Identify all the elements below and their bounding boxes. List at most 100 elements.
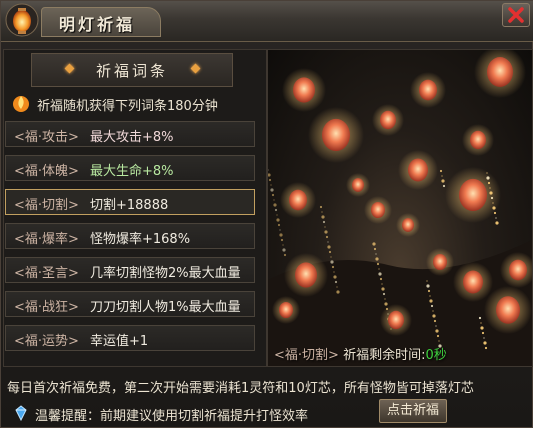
sparkle bbox=[271, 193, 275, 197]
sky-lantern bbox=[402, 218, 414, 232]
sparkle bbox=[436, 334, 440, 338]
sparkle bbox=[282, 248, 286, 252]
sparkle bbox=[273, 199, 275, 201]
blessing-row[interactable]: <福·爆率> 怪物爆率+168% bbox=[5, 223, 255, 249]
sparkle bbox=[439, 169, 443, 173]
sparkle bbox=[426, 280, 428, 282]
sparkle bbox=[280, 238, 284, 242]
sparkle bbox=[483, 337, 485, 339]
sparkle bbox=[322, 220, 326, 224]
blessing-status: <福·切割> 祈福剩余时间:0秒 bbox=[274, 344, 447, 363]
blessing-effect: 几率切割怪物2%最大血量 bbox=[90, 266, 241, 281]
sparkle bbox=[277, 223, 281, 227]
blessing-row[interactable]: <福·切割> 切割+18888 bbox=[5, 189, 255, 215]
gem-icon bbox=[15, 405, 27, 421]
sky-lantern bbox=[487, 57, 513, 87]
sparkle bbox=[279, 233, 283, 237]
sky-lantern bbox=[388, 310, 404, 330]
sparkle bbox=[283, 253, 287, 257]
sparkle bbox=[282, 244, 284, 246]
close-button[interactable] bbox=[502, 3, 530, 27]
status-label: 祈福剩余时间: bbox=[343, 348, 426, 363]
sparkle bbox=[276, 218, 280, 222]
close-icon bbox=[508, 7, 524, 23]
sparkle bbox=[336, 290, 340, 294]
sparkle bbox=[483, 341, 487, 345]
sky-lantern bbox=[408, 158, 428, 182]
lantern-scene-panel: <福·切割> 祈福剩余时间:0秒 bbox=[267, 49, 533, 367]
sparkle bbox=[268, 169, 269, 171]
sparkle bbox=[270, 188, 274, 192]
blessing-effect: 最大生命+8% bbox=[90, 164, 174, 179]
sky-lantern bbox=[380, 110, 396, 130]
notice-text: 每日首次祈福免费，第二次开始需要消耗1灵符和10灯芯，所有怪物皆可掉落灯芯 bbox=[7, 381, 474, 396]
blessing-effect: 幸运值+1 bbox=[90, 334, 149, 349]
sparkle bbox=[273, 203, 277, 207]
sparkle bbox=[270, 184, 272, 186]
sky-lantern bbox=[470, 130, 486, 150]
sparkle bbox=[279, 229, 281, 231]
sparkle bbox=[321, 215, 325, 219]
sparkle bbox=[325, 235, 329, 239]
blessing-effect: 切割+18888 bbox=[90, 198, 169, 213]
sparkle bbox=[480, 322, 482, 324]
blessing-effect: 怪物爆率+168% bbox=[90, 232, 191, 247]
sparkle bbox=[375, 257, 379, 261]
sky-lantern bbox=[295, 262, 317, 288]
sparkle bbox=[330, 256, 332, 258]
sparkle bbox=[435, 329, 439, 333]
sparkle bbox=[268, 178, 272, 182]
blessing-row[interactable]: <福·战狂> 刀刀切割人物1%最大血量 bbox=[5, 291, 255, 317]
sparkle bbox=[375, 253, 377, 255]
sparkle bbox=[381, 283, 383, 285]
blessing-row[interactable]: <福·圣言> 几率切割怪物2%最大血量 bbox=[5, 257, 255, 283]
sparkle bbox=[268, 173, 271, 177]
sky-lantern bbox=[279, 301, 293, 319]
section-header: 祈福词条 bbox=[31, 53, 233, 87]
sparkle bbox=[435, 325, 437, 327]
tip-text: 温馨提醒：前期建议使用切割祈福提升打怪效率 bbox=[35, 409, 309, 424]
sparkle bbox=[372, 242, 376, 246]
lantern-icon bbox=[5, 3, 39, 37]
sparkle bbox=[330, 260, 334, 264]
sparkle bbox=[328, 250, 332, 254]
blessing-row[interactable]: <福·体魄> 最大生命+8% bbox=[5, 155, 255, 181]
sky-lantern bbox=[293, 77, 315, 103]
sky-lantern bbox=[496, 296, 520, 324]
sparkle bbox=[327, 245, 331, 249]
sparkle bbox=[327, 241, 329, 243]
bless-button[interactable]: 点击祈福 bbox=[379, 399, 447, 423]
sparkle bbox=[384, 298, 386, 300]
blessing-window: 明灯祈福 祈福词条 祈福随机获得下列词条180分钟 <福·攻击> 最大攻击+8% <… bbox=[0, 0, 533, 428]
sparkle bbox=[429, 295, 431, 297]
sparkle bbox=[379, 277, 383, 281]
sky-lantern bbox=[459, 178, 487, 212]
sparkle bbox=[441, 175, 443, 177]
blessing-row[interactable]: <福·运势> 幸运值+1 bbox=[5, 325, 255, 351]
sparkle bbox=[378, 268, 380, 270]
window-title: 明灯祈福 bbox=[59, 15, 136, 34]
sky-lantern bbox=[322, 118, 350, 152]
blessing-tag: <福·攻击> bbox=[14, 130, 79, 145]
sparkle bbox=[274, 208, 278, 212]
status-time: 0秒 bbox=[425, 348, 447, 363]
sky-lantern bbox=[433, 253, 447, 271]
sky-lantern bbox=[419, 79, 437, 101]
sparkle bbox=[433, 319, 437, 323]
status-tag: <福·切割> bbox=[274, 348, 339, 363]
blessing-row[interactable]: <福·攻击> 最大攻击+8% bbox=[5, 121, 255, 147]
sky-lantern bbox=[463, 270, 483, 294]
sky-lantern bbox=[352, 178, 364, 192]
sky-lantern bbox=[289, 189, 307, 211]
sparkle bbox=[321, 211, 323, 213]
info-text: 祈福随机获得下列词条180分钟 bbox=[37, 99, 218, 114]
sparkle bbox=[495, 221, 499, 225]
sparkle bbox=[336, 286, 338, 288]
sparkle bbox=[376, 262, 380, 266]
blessing-tag: <福·爆率> bbox=[14, 232, 79, 247]
lantern-sky-image bbox=[268, 50, 532, 366]
sparkle bbox=[427, 289, 431, 293]
blessing-tag: <福·体魄> bbox=[14, 164, 79, 179]
sky-lantern bbox=[371, 201, 385, 219]
title-bar[interactable]: 明灯祈福 bbox=[1, 1, 533, 42]
